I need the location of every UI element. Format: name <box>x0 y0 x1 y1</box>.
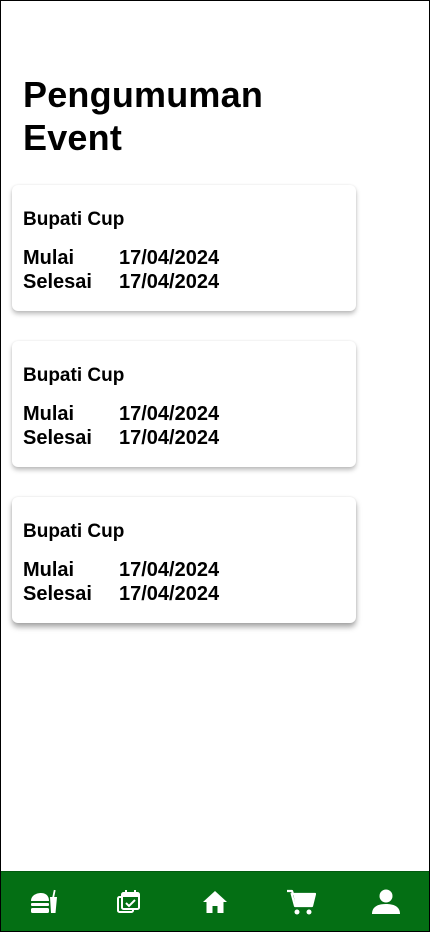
end-date: 17/04/2024 <box>119 271 220 293</box>
end-date: 17/04/2024 <box>119 583 220 605</box>
start-label: Mulai <box>23 247 75 269</box>
event-name: Bupati Cup <box>23 209 125 230</box>
page-title: Pengumuman Event <box>23 74 264 158</box>
fastfood-icon <box>30 889 57 913</box>
nav-cart-button[interactable] <box>281 882 321 922</box>
nav-food-button[interactable] <box>24 882 64 922</box>
start-label: Mulai <box>23 403 75 425</box>
bottom-nav-bar <box>1 871 429 931</box>
event-name: Bupati Cup <box>23 365 125 386</box>
start-date: 17/04/2024 <box>119 247 220 269</box>
nav-profile-button[interactable] <box>366 882 406 922</box>
event-list: Bupati Cup Mulai 17/04/2024 Selesai 17/0… <box>12 185 356 653</box>
event-start-row: Mulai 17/04/2024 <box>23 402 345 426</box>
cart-icon <box>286 889 316 914</box>
screen: Pengumuman Event Bupati Cup Mulai 17/04/… <box>0 0 430 932</box>
start-date: 17/04/2024 <box>119 559 220 581</box>
end-label: Selesai <box>23 427 92 449</box>
event-start-row: Mulai 17/04/2024 <box>23 246 345 270</box>
home-icon <box>202 890 227 913</box>
event-card[interactable]: Bupati Cup Mulai 17/04/2024 Selesai 17/0… <box>12 185 356 311</box>
event-name: Bupati Cup <box>23 521 125 542</box>
event-card[interactable]: Bupati Cup Mulai 17/04/2024 Selesai 17/0… <box>12 497 356 623</box>
event-end-row: Selesai 17/04/2024 <box>23 582 345 606</box>
event-end-row: Selesai 17/04/2024 <box>23 270 345 294</box>
end-label: Selesai <box>23 271 92 293</box>
event-calendar-icon <box>117 889 141 913</box>
event-card[interactable]: Bupati Cup Mulai 17/04/2024 Selesai 17/0… <box>12 341 356 467</box>
nav-home-button[interactable] <box>195 882 235 922</box>
end-label: Selesai <box>23 583 92 605</box>
event-end-row: Selesai 17/04/2024 <box>23 426 345 450</box>
start-label: Mulai <box>23 559 75 581</box>
profile-icon <box>372 889 401 914</box>
end-date: 17/04/2024 <box>119 427 220 449</box>
start-date: 17/04/2024 <box>119 403 220 425</box>
event-start-row: Mulai 17/04/2024 <box>23 558 345 582</box>
nav-event-button[interactable] <box>109 882 149 922</box>
